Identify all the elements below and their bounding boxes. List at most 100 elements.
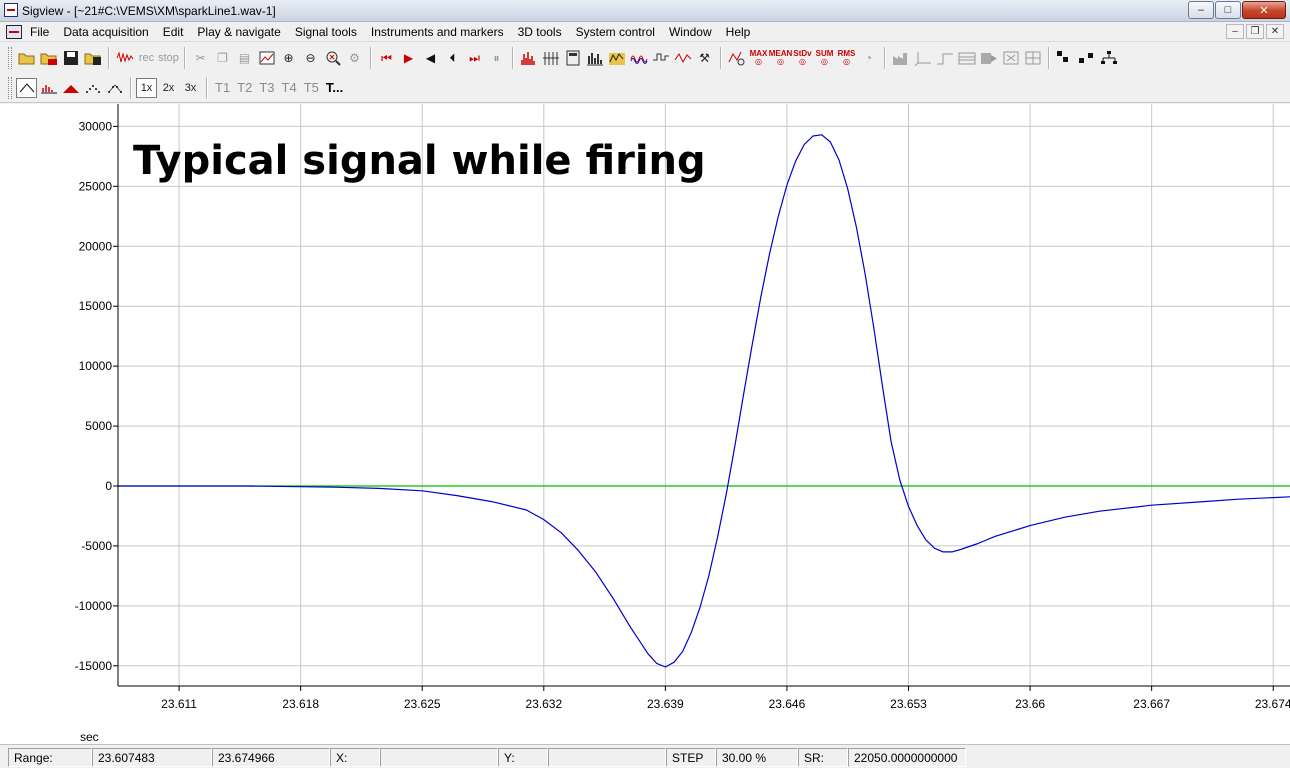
record-button[interactable]: rec	[136, 48, 157, 68]
save-as-icon[interactable]	[82, 48, 103, 68]
stdev-instrument-icon[interactable]: StDv ◎	[792, 48, 813, 68]
x-axis-label: sec	[80, 730, 99, 744]
range-label: Range:	[8, 748, 92, 767]
open-ext-icon[interactable]	[38, 48, 59, 68]
status-bar: Range: 23.607483 23.674966 X: Y: STEP 30…	[0, 744, 1290, 768]
cut-icon[interactable]: ✂	[190, 48, 211, 68]
rms-instrument-icon[interactable]: RMS ◎	[836, 48, 857, 68]
window-title: Sigview - [~21#C:\VEMS\XM\sparkLine1.wav…	[22, 4, 276, 18]
document-icon[interactable]	[6, 25, 22, 39]
child-minimize-button[interactable]: –	[1226, 24, 1244, 39]
3d-fit-icon[interactable]	[1000, 48, 1021, 68]
sample-rate-label: SR:	[798, 748, 848, 767]
app-icon[interactable]	[4, 3, 18, 17]
close-button[interactable]: ✕	[1242, 1, 1286, 19]
filter-icon[interactable]	[540, 48, 561, 68]
menu-file[interactable]: File	[30, 25, 49, 39]
trace-t4-button[interactable]: T4	[279, 78, 300, 98]
save-icon[interactable]	[60, 48, 81, 68]
trace-t3-button[interactable]: T3	[256, 78, 277, 98]
step-back-icon[interactable]: ◀	[420, 48, 441, 68]
minimize-button[interactable]: –	[1188, 1, 1214, 19]
3d-axes-icon[interactable]	[912, 48, 933, 68]
menu-signal-tools[interactable]: Signal tools	[295, 25, 357, 39]
3d-factory-icon[interactable]	[890, 48, 911, 68]
menu-system-control[interactable]: System control	[576, 25, 655, 39]
max-instrument-icon[interactable]: MAX ◎	[748, 48, 769, 68]
zoom-reset-icon[interactable]	[322, 48, 343, 68]
image-export-icon[interactable]	[256, 48, 277, 68]
zoom-out-icon[interactable]: ⊖	[300, 48, 321, 68]
go-end-icon[interactable]: ⏭	[464, 48, 485, 68]
line-mode-icon[interactable]	[16, 77, 37, 98]
zoom-2x-button[interactable]: 2x	[158, 78, 179, 98]
hierarchy-icon[interactable]	[1098, 48, 1119, 68]
derivative-icon[interactable]	[672, 48, 693, 68]
3d-step-icon[interactable]	[934, 48, 955, 68]
menu-instruments-markers[interactable]: Instruments and markers	[371, 25, 504, 39]
marker-icon[interactable]	[726, 48, 747, 68]
x-readout-value	[380, 748, 498, 767]
signal-series-line	[118, 134, 1290, 668]
copy-icon[interactable]: ❐	[212, 48, 233, 68]
bar-mode-icon[interactable]	[38, 78, 59, 98]
layout-cascade-icon[interactable]	[1054, 48, 1075, 68]
zoom-1x-button[interactable]: 1x	[136, 77, 157, 98]
range-end-value: 23.674966	[212, 748, 330, 767]
stop-button[interactable]: stop	[158, 48, 179, 68]
trace-t1-button[interactable]: T1	[212, 78, 233, 98]
go-start-icon[interactable]: ⏮	[376, 48, 397, 68]
x-tick-label: 23.646	[769, 697, 806, 711]
menu-help[interactable]: Help	[726, 25, 751, 39]
zoom-3x-button[interactable]: 3x	[180, 78, 201, 98]
menu-3d-tools[interactable]: 3D tools	[518, 25, 562, 39]
3d-export-icon[interactable]	[978, 48, 999, 68]
x-axis-ticks: 23.611 23.618 23.625 23.632 23.639 23.646 23.6…	[161, 686, 1290, 711]
properties-icon[interactable]: ⚙	[344, 48, 365, 68]
toolbar-grip[interactable]	[8, 47, 12, 69]
trace-t2-button[interactable]: T2	[234, 78, 255, 98]
menu-window[interactable]: Window	[669, 25, 712, 39]
sum-instrument-icon[interactable]: SUM ◎	[814, 48, 835, 68]
child-close-button[interactable]: ✕	[1266, 24, 1284, 39]
mean-instrument-icon[interactable]: MEAN ◎	[769, 48, 793, 68]
menu-play-navigate[interactable]: Play & navigate	[197, 25, 280, 39]
zoom-3x-label: 3x	[184, 81, 197, 94]
maximize-button[interactable]: □	[1215, 1, 1241, 19]
dot-mode-icon[interactable]	[82, 78, 103, 98]
layout-tile-icon[interactable]	[1076, 48, 1097, 68]
x-tick-label: 23.611	[161, 697, 197, 711]
histogram-icon[interactable]	[584, 48, 605, 68]
acquisition-icon[interactable]	[114, 48, 135, 68]
3d-table-icon[interactable]	[956, 48, 977, 68]
zoom-in-icon[interactable]: ⊕	[278, 48, 299, 68]
tools-icon[interactable]: ⚒	[694, 48, 715, 68]
signal-plot[interactable]: 30000 25000 20000 15000 10000 5000 0 -5000 -1000…	[0, 104, 1290, 744]
signal-chart[interactable]: 30000 25000 20000 15000 10000 5000 0 -5000 -1000…	[0, 104, 1290, 744]
waterfall-icon[interactable]	[606, 48, 627, 68]
menu-edit[interactable]: Edit	[163, 25, 184, 39]
gauge-icon[interactable]: ◔	[858, 48, 879, 68]
play-icon[interactable]: ▶	[398, 48, 419, 68]
spectrum-icon[interactable]	[518, 48, 539, 68]
pause-icon[interactable]: ⏸	[486, 48, 507, 68]
x-tick-label: 23.618	[282, 697, 319, 711]
open-folder-icon[interactable]	[16, 48, 37, 68]
trace-t5-button[interactable]: T5	[301, 78, 322, 98]
y-tick-label: 0	[105, 479, 112, 493]
main-toolbar: rec stop ✂ ❐ ▤ ⊕ ⊖ ⚙ ⏮ ▶ ◀ ⏴ ⏭ ⏸ ⚒ MAX ◎ …	[0, 43, 1290, 73]
signal-wave-icon[interactable]	[628, 48, 649, 68]
fill-mode-icon[interactable]	[60, 78, 81, 98]
title-bar[interactable]: Sigview - [~21#C:\VEMS\XM\sparkLine1.wav…	[0, 0, 1290, 22]
step-forward-icon[interactable]: ⏴	[442, 48, 463, 68]
trace-more-button[interactable]: T...	[323, 78, 346, 98]
child-restore-button[interactable]: ❐	[1246, 24, 1264, 39]
paste-icon[interactable]: ▤	[234, 48, 255, 68]
menu-data-acquisition[interactable]: Data acquisition	[63, 25, 148, 39]
3d-grid-icon[interactable]	[1022, 48, 1043, 68]
sigview-window: Sigview - [~21#C:\VEMS\XM\sparkLine1.wav…	[0, 0, 1290, 768]
envelope-icon[interactable]	[650, 48, 671, 68]
toolbar2-grip[interactable]	[8, 76, 12, 99]
step-mode-icon[interactable]	[104, 78, 125, 98]
calculator-icon[interactable]	[562, 48, 583, 68]
